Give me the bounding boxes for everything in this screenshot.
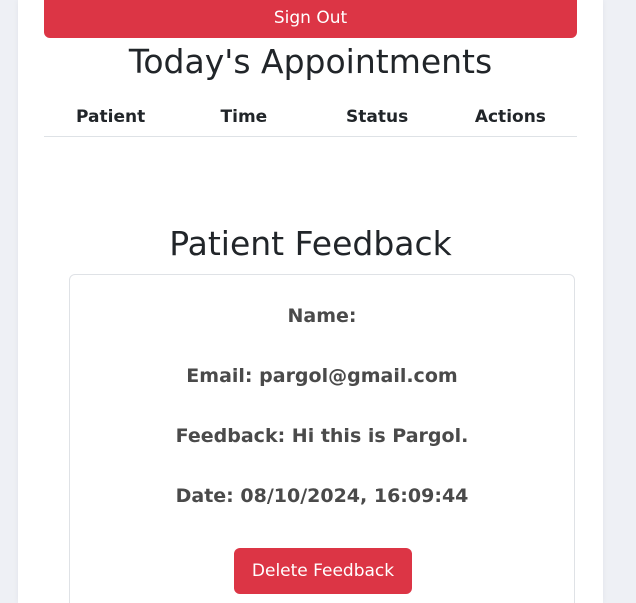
feedback-card: Name: Email: pargol@gmail.com Feedback: … bbox=[69, 274, 575, 603]
feedback-title: Patient Feedback bbox=[169, 224, 452, 263]
date-value: 08/10/2024, 16:09:44 bbox=[240, 485, 469, 507]
feedback-label: Feedback: bbox=[175, 425, 292, 447]
delete-feedback-button[interactable]: Delete Feedback bbox=[234, 548, 412, 594]
appointments-header-row: Patient Time Status Actions bbox=[44, 98, 577, 137]
sign-out-button[interactable]: Sign Out bbox=[44, 0, 577, 38]
column-header-time: Time bbox=[177, 98, 311, 137]
feedback-date-line: Date: 08/10/2024, 16:09:44 bbox=[70, 485, 574, 507]
main-container: Sign Out Today's Appointments Patient Ti… bbox=[18, 0, 603, 603]
column-header-patient: Patient bbox=[44, 98, 178, 137]
email-label: Email: bbox=[186, 365, 260, 387]
appointments-title: Today's Appointments bbox=[128, 42, 493, 81]
feedback-text-line: Feedback: Hi this is Pargol. bbox=[70, 425, 574, 447]
email-value: pargol@gmail.com bbox=[259, 365, 458, 387]
feedback-value: Hi this is Pargol. bbox=[291, 425, 469, 447]
column-header-actions: Actions bbox=[443, 98, 577, 137]
date-label: Date: bbox=[175, 485, 241, 507]
column-header-status: Status bbox=[310, 98, 444, 137]
feedback-email-line: Email: pargol@gmail.com bbox=[70, 365, 574, 387]
appointments-table: Patient Time Status Actions bbox=[44, 98, 577, 137]
name-label: Name: bbox=[287, 305, 357, 327]
feedback-name-line: Name: bbox=[70, 305, 574, 327]
